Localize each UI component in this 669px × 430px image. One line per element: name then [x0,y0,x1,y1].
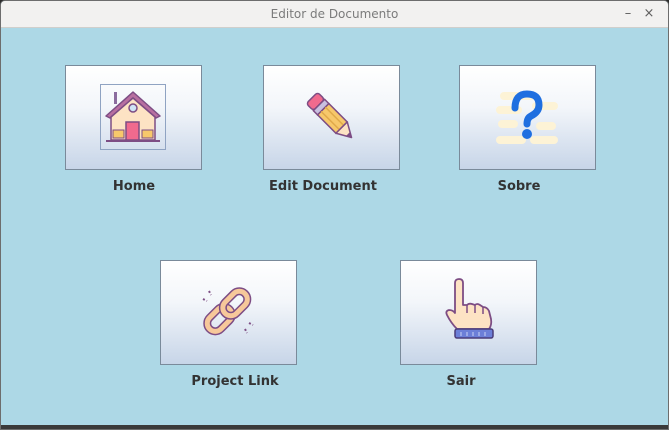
sobre-button[interactable] [459,65,596,170]
home-button[interactable] [65,65,202,170]
edit-document-label: Edit Document [269,179,377,194]
title-bar[interactable]: Editor de Documento – × [1,1,668,28]
pointing-hand-icon [445,278,494,339]
window-title: Editor de Documento [270,7,399,21]
house-icon [100,84,166,150]
sobre-label: Sobre [497,179,541,194]
project-link-label: Project Link [191,374,279,389]
project-link-button[interactable] [160,260,297,365]
home-label: Home [112,179,156,194]
pencil-icon [306,92,353,139]
window-bottom-border [1,425,668,429]
close-button[interactable]: × [639,4,659,24]
sair-label: Sair [446,374,476,389]
chain-link-icon [202,287,254,336]
minimize-button[interactable]: – [618,4,638,24]
edit-document-button[interactable] [263,65,400,170]
question-mark-icon [496,90,558,144]
app-window: Editor de Documento – × Home Edit Docume… [0,0,669,430]
sair-button[interactable] [400,260,537,365]
